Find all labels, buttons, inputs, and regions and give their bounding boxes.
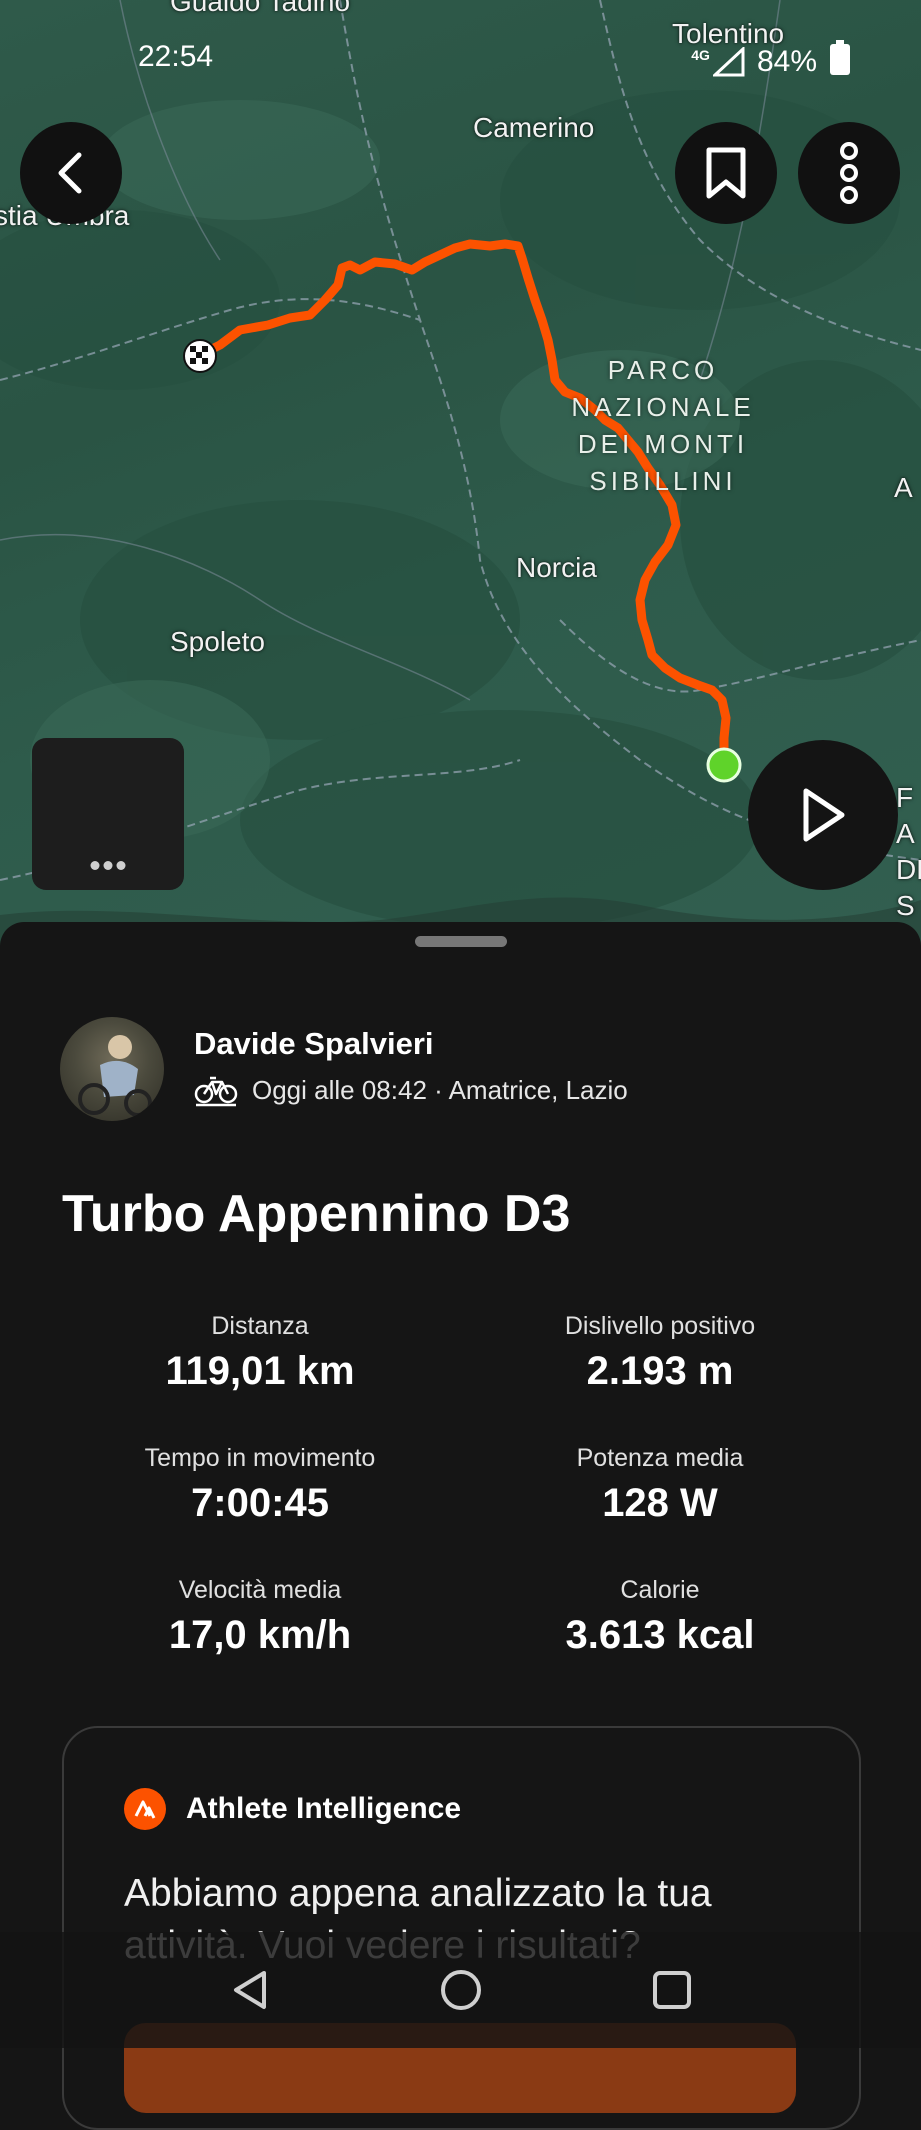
media-thumbnail[interactable] xyxy=(32,738,184,890)
network-icon: 4G xyxy=(691,47,745,77)
battery-level: 84% xyxy=(756,45,817,78)
more-vertical-icon xyxy=(840,142,858,204)
map-label-camerino: Camerino xyxy=(473,112,595,143)
stat-value: 119,01 km xyxy=(165,1349,355,1393)
activity-meta: Oggi alle 08:42 · Amatrice, Lazio xyxy=(194,1072,628,1108)
stat-value: 17,0 km/h xyxy=(168,1613,352,1657)
map-label-spoleto: Spoleto xyxy=(170,626,265,657)
strava-logo-icon xyxy=(124,1788,166,1830)
stat-label: Dislivello positivo xyxy=(564,1312,756,1340)
stat-label: Velocità media xyxy=(178,1576,342,1604)
stat-value: 2.193 m xyxy=(586,1349,734,1393)
map-label-edge-a: A xyxy=(894,472,913,503)
map-label-park: PARCO NAZIONALE DEI MONTI SIBILLINI xyxy=(571,355,755,496)
back-button[interactable] xyxy=(20,122,122,224)
stat-speed: Velocità media 17,0 km/h xyxy=(90,1576,430,1658)
activity-title: Turbo Appennino D3 xyxy=(62,1185,571,1243)
stat-moving-time: Tempo in movimento 7:00:45 xyxy=(90,1444,430,1526)
map-label-gualdo: Gualdo Tadino xyxy=(170,0,351,17)
sheet-drag-handle[interactable] xyxy=(415,936,507,947)
stat-label: Tempo in movimento xyxy=(144,1444,376,1472)
activity-date-location: Oggi alle 08:42 · Amatrice, Lazio xyxy=(252,1074,628,1105)
route-map[interactable]: Gualdo Tadino Tolentino Camerino stia Um… xyxy=(0,0,921,960)
athlete-intelligence-header: Athlete Intelligence xyxy=(124,1788,461,1830)
stat-power: Potenza media 128 W xyxy=(490,1444,830,1526)
recents-square-icon[interactable] xyxy=(652,1970,692,2010)
bike-icon xyxy=(194,1076,238,1107)
bookmark-button[interactable] xyxy=(675,122,777,224)
flyover-play-button[interactable] xyxy=(748,740,898,890)
stat-value: 3.613 kcal xyxy=(565,1613,755,1657)
system-nav-bar xyxy=(0,1932,921,2048)
bookmark-icon xyxy=(706,147,746,199)
athlete-name[interactable]: Davide Spalvieri xyxy=(194,1026,434,1062)
home-circle-icon[interactable] xyxy=(440,1969,482,2011)
map-label-edge-right: F A DE S xyxy=(896,782,921,921)
stat-value: 128 W xyxy=(602,1481,718,1525)
map-label-norcia: Norcia xyxy=(516,552,597,583)
athlete-avatar[interactable] xyxy=(60,1017,164,1121)
status-time: 22:54 xyxy=(138,40,214,73)
media-more-indicator xyxy=(90,861,126,870)
athlete-intelligence-title: Athlete Intelligence xyxy=(186,1792,462,1825)
route-start-marker xyxy=(706,747,742,783)
stat-label: Potenza media xyxy=(576,1444,744,1472)
more-options-button[interactable] xyxy=(798,122,900,224)
stat-label: Distanza xyxy=(211,1312,309,1340)
back-triangle-icon[interactable] xyxy=(230,1969,270,2011)
chevron-left-icon xyxy=(58,152,82,194)
play-icon xyxy=(803,788,845,842)
stat-value: 7:00:45 xyxy=(191,1481,329,1525)
stat-calories: Calorie 3.613 kcal xyxy=(490,1576,830,1658)
stat-elevation: Dislivello positivo 2.193 m xyxy=(490,1312,830,1394)
status-indicators: 4G 84% xyxy=(691,40,851,84)
route-finish-marker xyxy=(183,339,217,373)
stat-distance: Distanza 119,01 km xyxy=(90,1312,430,1394)
athlete-intelligence-card[interactable]: Athlete Intelligence Abbiamo appena anal… xyxy=(62,1726,861,2130)
battery-icon xyxy=(829,40,851,84)
activity-sheet[interactable]: Davide Spalvieri Oggi alle 08:42 · Amatr… xyxy=(0,922,921,2130)
stat-label: Calorie xyxy=(620,1576,700,1604)
